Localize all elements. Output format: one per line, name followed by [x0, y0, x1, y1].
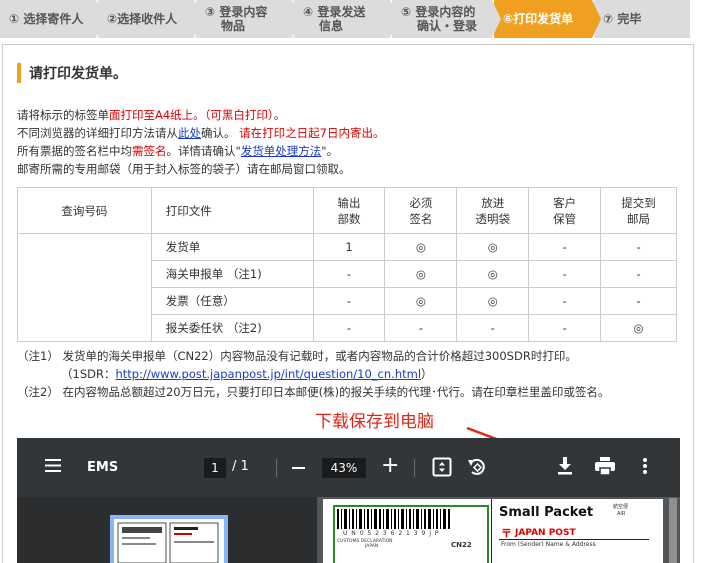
table-cell: -: [600, 233, 677, 261]
table-cell: -: [312, 287, 386, 315]
table-cell: -: [528, 260, 602, 288]
doc-air-jp: 航空便: [613, 504, 629, 510]
table-cell: -: [528, 314, 602, 342]
table-cell: ◎: [456, 287, 530, 315]
table-cell: ◎: [456, 260, 530, 288]
download-annotation: 下载保存到电脑: [315, 412, 434, 432]
step-3-register-contents: ③ 登录内容 物品: [196, 0, 301, 38]
table-cell: -: [528, 287, 602, 315]
footnotes: （注1） 发货单的海关申报单（CN22）内容物品没有记载时，或者内容物品的合计价…: [17, 347, 609, 401]
doc-japan-label: JAPAN: [365, 544, 379, 549]
table-cell: -: [600, 260, 677, 288]
table-cell: ◎: [384, 260, 458, 288]
pdf-page: U N 0 5 2 3 6 2 1 3 9 J P CUSTOMS DECLAR…: [323, 499, 663, 563]
documents-table: 查询号码 打印文件 输出 部数 必须 签名 放进 透明袋 客户 保管 提交到 邮…: [17, 187, 677, 342]
tracking-number-cell: [17, 233, 152, 342]
toolbar-divider: [414, 459, 415, 477]
table-row: 发货单 1 ◎ ◎ - -: [17, 233, 677, 342]
page-title: 请打印发货单。: [29, 66, 127, 82]
table-cell: -: [456, 314, 530, 342]
pdf-title: EMS: [87, 460, 119, 475]
thumbnail-sidebar: [17, 497, 317, 563]
page-number-input[interactable]: 1: [204, 458, 226, 478]
table-cell: -: [312, 314, 386, 342]
col-customer-keep: 客户 保管: [528, 187, 602, 234]
table-cell: -: [528, 233, 602, 261]
thumbnail-preview: [117, 522, 219, 563]
step-6-print-label: ⑥打印发货单: [494, 0, 601, 38]
note-1-sdr: （1SDR：http://www.post.japanpost.jp/int/q…: [61, 367, 433, 381]
barcode-number: U N 0 5 2 3 6 2 1 3 9 J P: [343, 530, 440, 537]
doc-divider: [491, 499, 492, 563]
doc-line: [499, 539, 649, 540]
zoom-level-input[interactable]: 43%: [322, 458, 366, 478]
instruction-line-2: 不同浏览器的详细打印方法请从此处确认。 请在打印之日起7日内寄出。: [17, 126, 385, 140]
table-cell: ◎: [384, 233, 458, 261]
col-print-file: 打印文件: [150, 187, 314, 234]
label-handling-link[interactable]: 发货单处理方法: [241, 144, 322, 158]
instructions: 请将标示的标签单面打印至A4纸上。（可黑白打印）。 不同浏览器的详细打印方法请从…: [17, 106, 384, 178]
note-1: （注1） 发货单的海关申报单（CN22）内容物品没有记载时，或者内容物品的合计价…: [17, 349, 577, 363]
table-cell: 发票（任意）: [150, 287, 314, 315]
fit-page-icon[interactable]: [432, 457, 452, 477]
heading-accent-bar: [17, 63, 21, 83]
zoom-in-button[interactable]: +: [381, 455, 399, 477]
doc-title: Small Packet: [499, 505, 594, 520]
toolbar-divider: [276, 459, 277, 477]
sdr-info-link[interactable]: http://www.post.japanpost.jp/int/questio…: [115, 367, 421, 381]
page-total: / 1: [232, 459, 249, 474]
instruction-line-3: 所有票据的签名栏中均需签名。详情请确认"发货单处理方法"。: [17, 144, 339, 158]
step-2-select-recipient: ②选择收件人: [98, 0, 203, 38]
zoom-out-button[interactable]: [292, 467, 305, 469]
table-cell: ◎: [456, 233, 530, 261]
table-cell: 报关委任状 （注2): [150, 314, 314, 342]
download-icon[interactable]: [557, 457, 573, 475]
menu-icon[interactable]: [45, 459, 61, 472]
browser-help-link[interactable]: 此处: [178, 126, 201, 140]
rotate-icon[interactable]: [467, 457, 487, 477]
note-2: （注2） 在内容物品总额超过20万日元，只要打印日本邮便(株)的报关手续的代理･…: [17, 385, 610, 399]
table-cell: ◎: [600, 314, 677, 342]
table-cell: -: [312, 260, 386, 288]
doc-cn22: CN22: [451, 541, 472, 549]
step-progress-bar: ① 选择寄件人 ②选择收件人 ③ 登录内容 物品 ④ 登录发送 信息 ⑤ 登录内容的…: [0, 0, 696, 38]
doc-air: AIR: [617, 511, 626, 517]
instruction-line-4: 邮寄所需的专用邮袋（用于封入标签的袋子）请在邮局窗口领取。: [17, 162, 351, 176]
section-heading: 请打印发货单。: [17, 63, 127, 83]
pdf-toolbar: EMS 1 / 1 43% +: [17, 438, 680, 497]
col-tracking-number: 查询号码: [17, 187, 152, 234]
table-cell: -: [384, 314, 458, 342]
print-icon[interactable]: [595, 457, 615, 475]
table-cell: 海关申报单 （注1): [150, 260, 314, 288]
table-cell: -: [600, 287, 677, 315]
more-options-icon[interactable]: [643, 457, 647, 475]
step-4-register-shipping: ④ 登录发送 信息: [294, 0, 399, 38]
step-1-select-sender: ① 选择寄件人: [0, 0, 105, 38]
step-5-confirm: ⑤ 登录内容的 确认・登录: [392, 0, 501, 38]
table-header-row: 查询号码 打印文件 输出 部数 必须 签名 放进 透明袋 客户 保管 提交到 邮…: [17, 187, 677, 234]
col-submit-post-office: 提交到 邮局: [600, 187, 677, 234]
col-copies: 输出 部数: [312, 187, 386, 234]
instruction-line-1: 请将标示的标签单面打印至A4纸上。（可黑白打印）。: [17, 108, 286, 122]
doc-from-label: From (Sender) Name & Address: [501, 541, 596, 548]
page-thumbnail[interactable]: [110, 515, 228, 563]
viewer-scrollbar[interactable]: [669, 498, 677, 563]
pdf-viewer: EMS 1 / 1 43% + U N 0 5 2 3 6 2 1 3 9 J …: [17, 438, 680, 563]
table-cell: 1: [312, 233, 386, 261]
main-panel: 请打印发货单。 请将标示的标签单面打印至A4纸上。（可黑白打印）。 不同浏览器的…: [2, 44, 694, 563]
step-7-complete: ⑦ 完毕: [594, 0, 690, 38]
table-cell: 发货单: [150, 233, 314, 261]
table-cell: ◎: [384, 287, 458, 315]
col-signature-required: 必须 签名: [384, 187, 458, 234]
col-clear-bag: 放进 透明袋: [456, 187, 530, 234]
